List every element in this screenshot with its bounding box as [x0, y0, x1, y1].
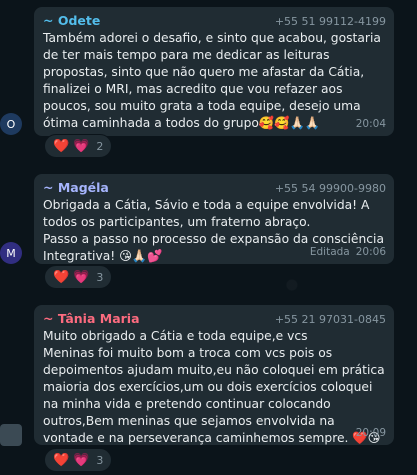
avatar-photo[interactable]: [0, 424, 22, 446]
reactions-pill[interactable]: ❤️ 💗 3: [44, 265, 113, 289]
heart-pink-icon: 💗: [73, 138, 90, 154]
heart-red-icon: ❤️: [53, 138, 70, 154]
avatar[interactable]: O: [0, 113, 22, 135]
edited-label: Editada: [309, 246, 350, 258]
message-meta: 20:09: [350, 427, 386, 439]
sender-name[interactable]: ~ Magéla: [43, 180, 109, 195]
message-time: 20:04: [355, 118, 386, 130]
reaction-count: 3: [96, 453, 104, 467]
reactions-pill[interactable]: ❤️ 💗 2: [44, 134, 113, 158]
sender-phone: +55 51 99112-4199: [274, 15, 386, 28]
message-bubble[interactable]: ~ Odete +55 51 99112-4199 Também adorei …: [34, 7, 394, 136]
sender-phone: +55 54 99900-9980: [274, 182, 386, 195]
sender-name[interactable]: ~ Tânia Maria: [43, 311, 140, 326]
sender-phone: +55 21 97031-0845: [274, 313, 386, 326]
reaction-count: 2: [96, 139, 104, 153]
message-meta: Editada 20:06: [310, 246, 386, 258]
sender-name[interactable]: ~ Odete: [43, 13, 100, 28]
message-text: Também adorei o desafio, e sinto que aca…: [43, 31, 385, 130]
reaction-count: 3: [96, 270, 104, 284]
message-time: 20:09: [355, 427, 386, 439]
reactions-pill[interactable]: ❤️ 💗 3: [44, 448, 113, 472]
message-bubble[interactable]: ~ Magéla +55 54 99900-9980 Obrigada a Cá…: [34, 174, 394, 264]
heart-pink-icon: 💗: [73, 452, 90, 468]
message-bubble[interactable]: ~ Tânia Maria +55 21 97031-0845 Muito ob…: [34, 305, 394, 445]
heart-red-icon: ❤️: [53, 269, 70, 285]
message-time: 20:06: [355, 246, 386, 258]
message-text: Muito obrigado a Cátia e toda equipe,e v…: [43, 329, 385, 445]
heart-red-icon: ❤️: [53, 452, 70, 468]
heart-pink-icon: 💗: [73, 269, 90, 285]
message-meta: 20:04: [350, 118, 386, 130]
avatar[interactable]: M: [0, 242, 22, 264]
